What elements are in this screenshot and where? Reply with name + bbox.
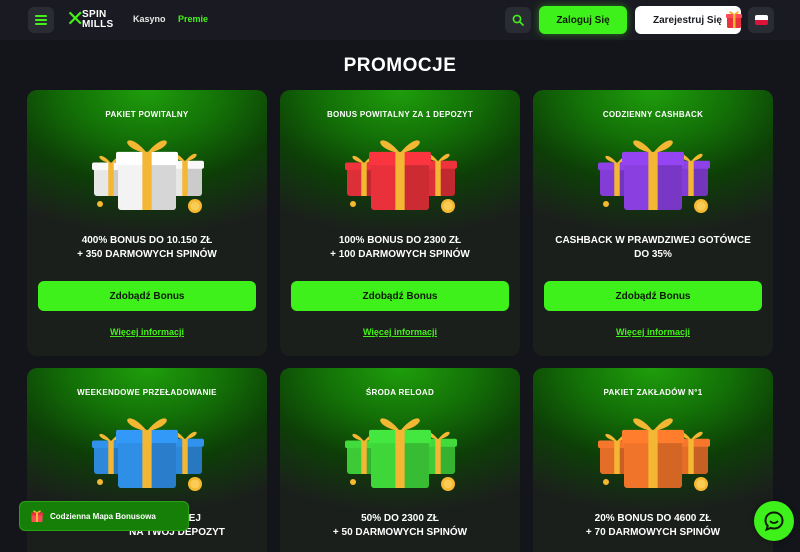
header: ✕ SPIN MILLS Kasyno Premie Zaloguj Się Z… [0, 0, 800, 40]
promo-card-title: ŚRODA RELOAD [365, 388, 435, 397]
promo-card-title: PAKIET ZAKŁADÓW N°1 [603, 388, 703, 397]
chat-button[interactable] [754, 501, 794, 541]
promo-card-description: 20% BONUS DO 4600 ZŁ + 70 DARMOWYCH SPIN… [585, 513, 721, 538]
search-button[interactable] [505, 7, 531, 33]
get-bonus-button[interactable]: Zdobądź Bonus [38, 281, 256, 311]
gift-icon [30, 509, 44, 523]
daily-bonus-map-label: Codzienna Mapa Bonusowa [50, 511, 156, 521]
more-info-link[interactable]: Więcej informacji [533, 327, 773, 337]
gift-boxes-icon [92, 418, 204, 491]
promo-card-description: 100% BONUS DO 2300 ZŁ + 100 DARMOWYCH SP… [330, 235, 470, 260]
promo-card-description: CASHBACK W PRAWDZIWEJ GOTÓWCE DO 35% [555, 235, 751, 260]
more-info-link[interactable]: Więcej informacji [280, 327, 520, 337]
promo-card-description: 50% DO 2300 ZŁ + 50 DARMOWYCH SPINÓW [332, 513, 468, 538]
gift-boxes-icon [598, 140, 710, 213]
login-button[interactable]: Zaloguj Się [539, 6, 627, 34]
logo-bottom: MILLS [82, 19, 114, 30]
promo-card-title: PAKIET POWITALNY [105, 110, 189, 119]
menu-button[interactable] [28, 7, 54, 33]
logo-x-icon: ✕ [66, 7, 85, 32]
register-button[interactable]: Zarejestruj Się [635, 6, 742, 34]
gift-boxes-icon [598, 418, 710, 491]
register-label: Zarejestruj Się [653, 14, 722, 26]
language-button[interactable] [748, 7, 774, 33]
nav-kasyno[interactable]: Kasyno [133, 14, 166, 24]
poland-flag-icon [754, 15, 768, 25]
gift-icon [726, 11, 742, 28]
promo-card: CODZIENNY CASHBACK CASHBACK W PRAWDZIWEJ… [533, 90, 773, 356]
hamburger-icon [35, 15, 47, 25]
promo-card: ŚRODA RELOAD 50% DO 2300 ZŁ + 50 DARMOWY… [280, 368, 520, 552]
promo-card-title: WEEKENDOWE PRZEŁADOWANIE [77, 388, 217, 397]
gift-boxes-icon [345, 418, 457, 491]
chat-icon [764, 511, 784, 532]
page-title: PROMOCJE [343, 55, 457, 76]
promo-card-title: CODZIENNY CASHBACK [602, 110, 704, 119]
promo-card-title: BONUS POWITALNY ZA 1 DEPOZYT [326, 110, 474, 119]
logo[interactable]: ✕ SPIN MILLS [66, 6, 124, 34]
gift-boxes-icon [345, 140, 457, 213]
gift-boxes-icon [92, 140, 204, 213]
promo-card-description: 400% BONUS DO 10.150 ZŁ + 350 DARMOWYCH … [77, 235, 217, 260]
promo-card: PAKIET ZAKŁADÓW N°1 20% BONUS DO 4600 ZŁ… [533, 368, 773, 552]
get-bonus-button[interactable]: Zdobądź Bonus [544, 281, 762, 311]
promo-card: PAKIET POWITALNY 400% BONUS DO 10.150 ZŁ… [27, 90, 267, 356]
nav-premie[interactable]: Premie [178, 14, 208, 24]
search-icon [512, 14, 524, 26]
promo-card: BONUS POWITALNY ZA 1 DEPOZYT 100% BONUS … [280, 90, 520, 356]
more-info-link[interactable]: Więcej informacji [27, 327, 267, 337]
daily-bonus-map-button[interactable]: Codzienna Mapa Bonusowa [19, 501, 189, 531]
get-bonus-button[interactable]: Zdobądź Bonus [291, 281, 509, 311]
